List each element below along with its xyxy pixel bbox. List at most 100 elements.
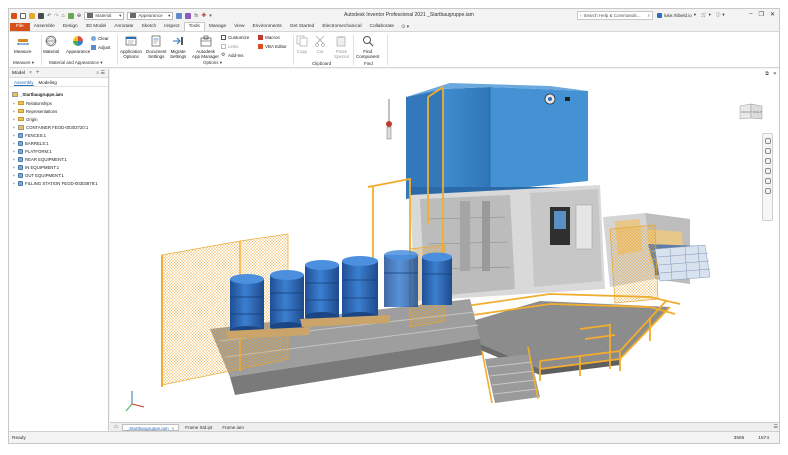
help-icon[interactable]: ⓘ: [716, 12, 721, 18]
look-at-icon[interactable]: [764, 178, 771, 184]
clear-button[interactable]: Clear: [91, 36, 109, 41]
adjust-icon[interactable]: [176, 12, 183, 19]
adjust-button[interactable]: Adjust: [91, 45, 111, 50]
tab-annotate[interactable]: Annotate: [110, 23, 137, 31]
tab-assemble[interactable]: Assemble: [30, 23, 59, 31]
macros-button[interactable]: Macros: [258, 35, 280, 40]
update-icon[interactable]: [67, 12, 74, 19]
cart-icon[interactable]: 🛒: [701, 12, 707, 18]
measure-button[interactable]: Measure: [14, 35, 32, 54]
app-logo-icon[interactable]: [11, 12, 17, 19]
paste-special-button[interactable]: Paste Special: [334, 35, 349, 59]
tree-node[interactable]: + FENCES:1: [12, 131, 108, 139]
tree-node[interactable]: + CONTAINER FEOD-00303720:1: [12, 123, 108, 131]
close-icon[interactable]: ×: [29, 70, 32, 76]
subtab-assembly[interactable]: Assembly: [14, 80, 34, 85]
tree-node[interactable]: + OUT EQUIPMENT:1: [12, 171, 108, 179]
tab-environments[interactable]: Environments: [248, 23, 285, 31]
tree-node[interactable]: + Representations: [12, 107, 108, 115]
restore-view-icon[interactable]: ⧉: [765, 71, 769, 77]
new-file-icon[interactable]: [20, 12, 26, 19]
expand-icon[interactable]: +: [12, 133, 16, 138]
tree-node[interactable]: + REAR EQUIPMENT:1: [12, 155, 108, 163]
find-component-button[interactable]: Find Component: [356, 35, 379, 59]
tab-menu-icon[interactable]: ☰: [774, 424, 778, 430]
tree-node[interactable]: + BARRELS:1: [12, 139, 108, 147]
appearance-button[interactable]: Appearance: [66, 35, 90, 54]
undo-icon[interactable]: ↶: [47, 13, 51, 19]
tab-collaborate[interactable]: Collaborate: [366, 23, 399, 31]
barrel[interactable]: [384, 250, 418, 307]
links-button[interactable]: Links: [221, 44, 239, 49]
home-icon[interactable]: ⌂: [112, 424, 120, 430]
viewcube[interactable]: FRONT RIGHT: [738, 101, 764, 121]
add-ins-button[interactable]: ⚙ Add-Ins: [221, 53, 244, 59]
tab-file[interactable]: File: [10, 22, 30, 31]
select-icon[interactable]: ⊕: [77, 13, 82, 19]
tab-tools[interactable]: Tools: [183, 22, 205, 31]
material-button[interactable]: Material: [43, 35, 59, 54]
tree-node[interactable]: + IN EQUIPMENT:1: [12, 163, 108, 171]
zoom-all-icon[interactable]: [764, 188, 771, 194]
doc-tab-startbaugruppe[interactable]: _Startbaugruppe.iam ×: [121, 423, 180, 431]
ribbon-options-icon[interactable]: ⊙ ▾: [398, 24, 412, 30]
tab-get-started[interactable]: Get Started: [286, 23, 319, 31]
search-icon[interactable]: ⌕: [96, 70, 99, 76]
expand-icon[interactable]: +: [12, 117, 16, 122]
clear-appearance-icon[interactable]: [185, 12, 192, 19]
expand-icon[interactable]: +: [12, 181, 16, 186]
material-dropdown[interactable]: Material ▾: [84, 11, 125, 20]
help-search-input[interactable]: › Search Help & Commands... ⌕: [577, 11, 653, 20]
tab-3d-model[interactable]: 3D Model: [82, 23, 111, 31]
migrate-settings-button[interactable]: Migrate Settings: [170, 35, 186, 59]
model-render[interactable]: [110, 69, 780, 422]
expand-icon[interactable]: +: [12, 141, 16, 146]
expand-icon[interactable]: +: [12, 157, 16, 162]
minimize-icon[interactable]: –: [749, 11, 752, 18]
barrel[interactable]: [305, 260, 339, 322]
expand-icon[interactable]: +: [12, 173, 16, 178]
tab-manage[interactable]: Manage: [205, 23, 230, 31]
tab-electromechanical[interactable]: Electromechanical: [318, 23, 365, 31]
pallet-stack[interactable]: [654, 244, 711, 282]
pan-icon[interactable]: [764, 148, 771, 154]
copy-button[interactable]: Copy: [296, 35, 308, 54]
document-settings-button[interactable]: Document Settings: [146, 35, 167, 59]
fx-icon[interactable]: fx: [194, 13, 198, 19]
barrel[interactable]: [270, 270, 304, 332]
browser-tab-model[interactable]: Model: [12, 71, 25, 76]
user-account[interactable]: luke.rhibeld.io ▾ 🛒 ▾ ⓘ ▾: [657, 12, 725, 18]
expand-icon[interactable]: +: [12, 149, 16, 154]
steering-wheel-icon[interactable]: [764, 138, 771, 144]
doc-tab-frame[interactable]: Frame.iam: [218, 424, 248, 431]
zoom-icon[interactable]: [764, 158, 771, 164]
close-icon[interactable]: ×: [172, 426, 175, 431]
plus-icon[interactable]: ✚: [201, 12, 206, 19]
close-icon[interactable]: ✕: [770, 11, 775, 18]
expand-icon[interactable]: +: [12, 101, 16, 106]
home-icon[interactable]: ⌂: [61, 13, 64, 19]
cut-button[interactable]: Cut: [314, 35, 326, 54]
orbit-icon[interactable]: [764, 168, 771, 174]
open-folder-icon[interactable]: [29, 12, 35, 19]
app-manager-button[interactable]: Autodesk App Manager: [192, 35, 219, 59]
tree-node[interactable]: + FILLING STATION FEOD-00303879:1: [12, 179, 108, 187]
doc-tab-frame-std[interactable]: Frame Std.ipt: [181, 424, 216, 431]
tab-view[interactable]: View: [230, 23, 248, 31]
menu-icon[interactable]: ☰: [101, 70, 105, 76]
barrel[interactable]: [422, 252, 452, 306]
barrel[interactable]: [230, 274, 264, 336]
redo-icon[interactable]: ↷: [54, 13, 58, 19]
close-icon[interactable]: ✕: [773, 71, 777, 77]
vba-editor-button[interactable]: VBA Editor: [258, 44, 287, 49]
customize-qat-icon[interactable]: ▾: [209, 13, 212, 19]
appearance-dropdown[interactable]: Appearance ▾: [127, 11, 174, 20]
expand-icon[interactable]: +: [12, 125, 16, 130]
tab-design[interactable]: Design: [59, 23, 82, 31]
hanging-indicator[interactable]: [386, 99, 392, 140]
expand-icon[interactable]: +: [12, 165, 16, 170]
tab-inspect[interactable]: Inspect: [160, 23, 183, 31]
add-browser-icon[interactable]: +: [36, 70, 40, 76]
restore-icon[interactable]: ❐: [759, 11, 764, 18]
tree-node[interactable]: + Relationships: [12, 99, 108, 107]
